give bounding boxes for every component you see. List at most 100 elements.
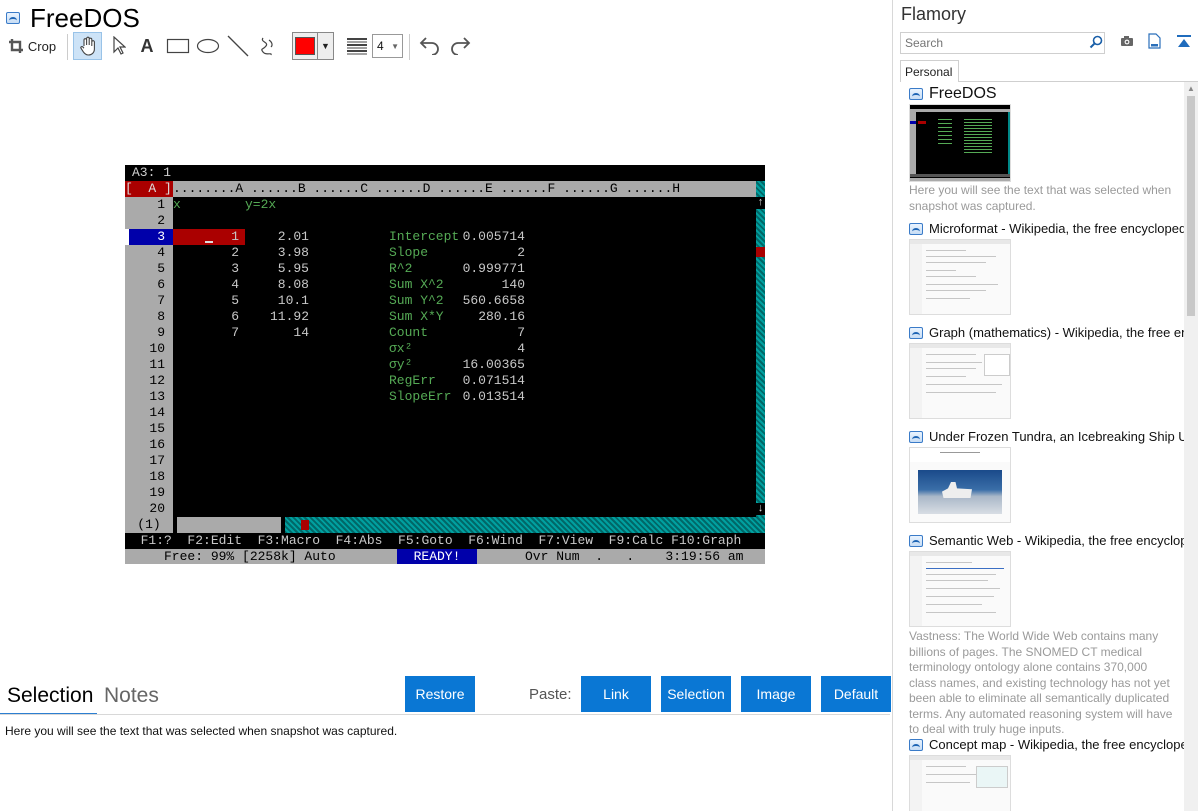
row-number: 9: [157, 325, 165, 340]
window-number: (1): [125, 517, 173, 533]
paste-link-button[interactable]: Link: [581, 676, 651, 712]
cell: 0.005714: [462, 229, 525, 244]
redo-button[interactable]: [446, 32, 474, 60]
row-number: 15: [149, 421, 165, 436]
snapshot-thumbnail: [909, 755, 1011, 811]
rectangle-tool-button[interactable]: [164, 32, 192, 60]
scroll-up-icon: ▲: [1187, 84, 1195, 93]
panel-title: Flamory: [901, 4, 967, 24]
cell: 7: [517, 325, 525, 340]
column-selector: [ A ]: [125, 181, 173, 197]
snapshot-description: Vastness: The World Wide Web contains ma…: [909, 629, 1173, 736]
column-letters: ........A ......B ......C ......D ......…: [173, 181, 681, 196]
row-numbers: 1 2 3 4 5 6 7 8 9 10 11 12 13 14 15 16 17 18 19 20: [125, 197, 173, 517]
snapshot-title: FreeDOS: [929, 86, 997, 102]
pointer-icon: [113, 36, 126, 55]
paste-label: Paste:: [529, 686, 572, 703]
cell: x: [173, 197, 181, 212]
text-tool-icon: A: [140, 35, 154, 56]
snapshot-list: FreeDOS Here you will see the text that …: [894, 86, 1184, 811]
tab-personal[interactable]: Personal: [900, 60, 959, 82]
cell: Slope: [389, 245, 429, 260]
chevron-down-icon: ▼: [391, 41, 399, 51]
undo-button[interactable]: [416, 32, 444, 60]
undo-icon: [419, 37, 439, 55]
tab-divider: [959, 81, 1198, 82]
crop-button[interactable]: Crop: [6, 32, 58, 60]
line-tool-button[interactable]: [224, 32, 252, 60]
cell: 16.00365: [462, 357, 525, 372]
snapshot-title: Graph (mathematics) - Wikipedia, the fre…: [929, 325, 1184, 340]
cell: 1: [231, 229, 239, 244]
app-window: FreeDOS Crop A ▼ 4 ▼ A3: 1 [A] .......…: [0, 0, 1198, 811]
line-width-select[interactable]: 4 ▼: [372, 34, 403, 58]
row-number: 12: [149, 373, 165, 388]
cell: 14: [293, 325, 309, 340]
collapse-icon[interactable]: [1176, 34, 1192, 50]
status-bar: Free: 99% [2258k] Auto READY! Ovr Num . …: [125, 549, 765, 564]
cell: Sum Y^2: [389, 293, 444, 308]
document-icon[interactable]: [1148, 33, 1161, 49]
row-number: 4: [157, 245, 165, 260]
snapshot-description: Here you will see the text that was sele…: [909, 183, 1172, 213]
vertical-scrollbar: ↑ ↓: [756, 181, 765, 517]
cell: 4: [231, 277, 239, 292]
row-number: 6: [157, 277, 165, 292]
snapshot-title: Concept map - Wikipedia, the free encycl…: [929, 737, 1184, 752]
cell: 3: [231, 261, 239, 276]
cell: 5.95: [277, 261, 309, 276]
row-number: 13: [149, 389, 165, 404]
row-number: 19: [149, 485, 165, 500]
row-number: 7: [157, 293, 165, 308]
scroll-thumb[interactable]: [1187, 96, 1195, 316]
cell: Sum X^2: [389, 277, 444, 292]
color-picker[interactable]: ▼: [292, 32, 334, 60]
restore-button[interactable]: Restore: [405, 676, 475, 712]
row-marker: [125, 229, 129, 245]
line-width-button[interactable]: [344, 32, 370, 60]
cell: Sum X*Y: [389, 309, 444, 324]
panel-scrollbar[interactable]: ▲: [1184, 82, 1198, 811]
text-tool-button[interactable]: A: [135, 32, 159, 60]
pointer-tool-button[interactable]: [106, 32, 132, 60]
ellipse-icon: [196, 38, 220, 54]
search-icon[interactable]: [1089, 35, 1103, 49]
app-logo-icon: [6, 12, 20, 24]
scroll-track: [285, 517, 765, 533]
crop-label: Crop: [27, 38, 57, 54]
paste-image-button[interactable]: Image: [741, 676, 811, 712]
chevron-down-icon: ▼: [317, 33, 333, 59]
snapshot-thumbnail: [909, 104, 1011, 182]
cell: Count: [389, 325, 429, 340]
row-number: 3: [125, 229, 173, 245]
scroll-thumb: [301, 520, 309, 530]
ellipse-tool-button[interactable]: [194, 32, 222, 60]
tab-notes[interactable]: Notes: [104, 684, 159, 708]
drawing-toolbar: Crop A ▼ 4 ▼: [0, 32, 500, 62]
row-number: 11: [149, 357, 165, 372]
app-logo-icon: [909, 535, 923, 547]
camera-icon[interactable]: [1120, 35, 1134, 47]
cell: 2: [517, 245, 525, 260]
hand-tool-button[interactable]: [73, 32, 102, 60]
status-ready: READY!: [397, 549, 477, 564]
row-number: 8: [157, 309, 165, 324]
search-input[interactable]: [900, 32, 1105, 54]
snapshot-thumbnail: [909, 551, 1011, 627]
cell: SlopeErr: [389, 389, 452, 404]
cell: 3.98: [277, 245, 309, 260]
line-width-icon: [347, 38, 367, 55]
cell: 10.1: [277, 293, 309, 308]
snapshot-thumbnail: [909, 343, 1011, 419]
selection-text[interactable]: Here you will see the text that was sele…: [5, 724, 397, 738]
paste-selection-button[interactable]: Selection: [661, 676, 731, 712]
rectangle-icon: [166, 38, 190, 54]
snapshot-title: Semantic Web - Wikipedia, the free encyc…: [929, 533, 1184, 548]
tab-selection[interactable]: Selection: [7, 684, 93, 708]
row-number: 20: [149, 501, 165, 516]
status-memory: Free: 99% [2258k] Auto: [125, 549, 336, 564]
toolbar-divider: [67, 34, 68, 60]
cell: σy²: [389, 357, 413, 372]
freehand-tool-button[interactable]: [254, 32, 282, 60]
paste-default-button[interactable]: Default: [821, 676, 891, 712]
